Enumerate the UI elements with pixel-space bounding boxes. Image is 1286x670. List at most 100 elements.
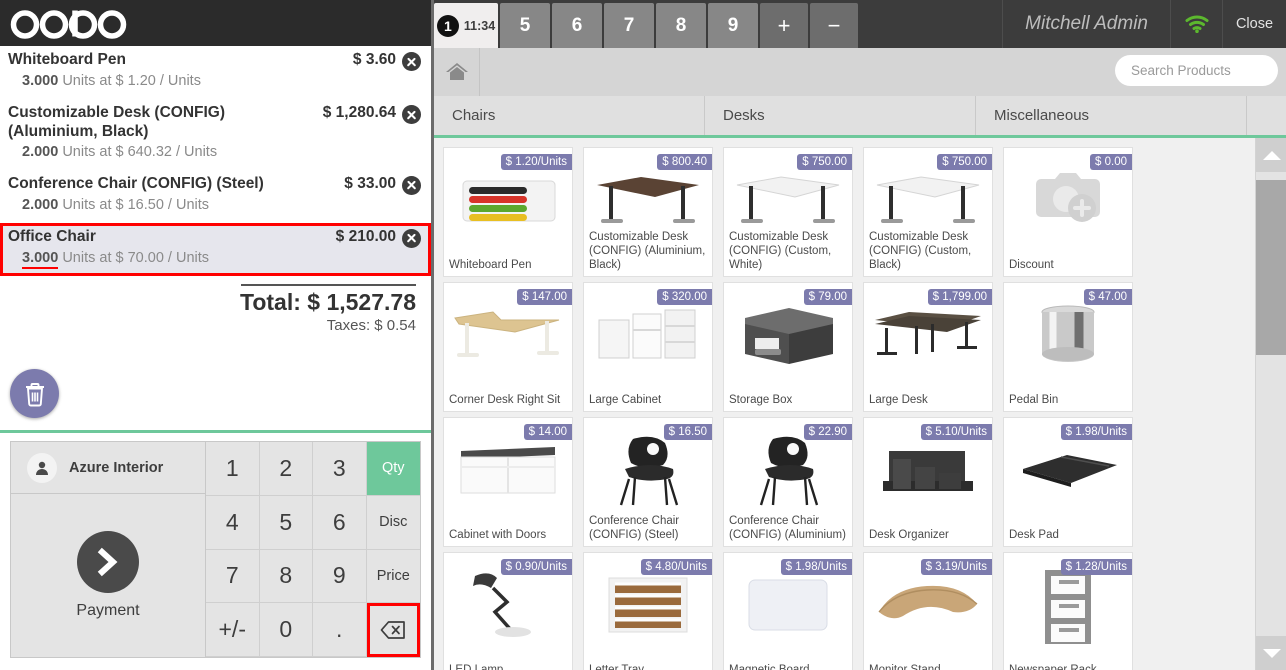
payment-button[interactable]: Payment (11, 494, 205, 657)
add-order-button[interactable]: + (760, 3, 808, 48)
product-price: $ 16.50 (663, 424, 712, 440)
orderline[interactable]: Customizable Desk (CONFIG) (Aluminium, B… (0, 99, 431, 170)
numpad-key[interactable]: 7 (206, 549, 260, 604)
search-box[interactable]: ✖ (1115, 55, 1286, 86)
numpad-key[interactable]: 5 (259, 495, 313, 550)
set-customer-button[interactable]: Azure Interior (11, 442, 205, 494)
order-tab-badge: 1 (436, 14, 459, 37)
product-name: Corner Desk Right Sit (449, 393, 561, 406)
numpad-key[interactable]: 8 (259, 549, 313, 604)
numpad-key[interactable]: 6 (313, 495, 367, 550)
orderline-unitprice: Units at $ 640.32 / Units (62, 143, 218, 160)
product-card[interactable]: $ 1,799.00 Large Desk (863, 282, 993, 412)
order-tab[interactable]: 5 (500, 3, 550, 48)
remove-orderline-button[interactable] (402, 52, 421, 71)
numpad-key[interactable]: Disc (366, 495, 420, 550)
product-price: $ 5.10/Units (920, 424, 992, 440)
order-tab[interactable]: 7 (604, 3, 654, 48)
numpad-key[interactable]: Price (366, 549, 420, 604)
scroll-down-button[interactable] (1256, 636, 1286, 670)
product-card[interactable]: $ 750.00 Customizable Desk (CONFIG) (Cust… (863, 147, 993, 277)
product-price: $ 1.98/Units (780, 559, 852, 575)
product-card[interactable]: $ 1.98/Units Magnetic Board (723, 552, 853, 670)
order-tab[interactable]: 9 (708, 3, 758, 48)
numpad-key[interactable]: 3 (313, 442, 367, 496)
product-card[interactable]: $ 14.00 Cabinet with Doors (443, 417, 573, 547)
remove-order-button[interactable]: − (810, 3, 858, 48)
numpad-key[interactable]: Qty (366, 442, 420, 496)
product-card[interactable]: $ 1.20/Units Whiteboard Pen (443, 147, 573, 277)
numpad-key[interactable]: 9 (313, 549, 367, 604)
order-tab[interactable]: 6 (552, 3, 602, 48)
product-card[interactable]: $ 79.00 Storage Box (723, 282, 853, 412)
numpad-key[interactable]: 4 (206, 495, 260, 550)
product-grid: $ 1.20/Units Whiteboard Pen $ 800.40 Custom… (443, 147, 1286, 670)
category-tab[interactable]: Desks (705, 96, 976, 135)
product-card[interactable]: $ 16.50 Conference Chair (CONFIG) (Steel) (583, 417, 713, 547)
close-button[interactable]: Close (1222, 0, 1286, 48)
remove-orderline-button[interactable] (402, 228, 421, 248)
product-price: $ 47.00 (1083, 289, 1132, 305)
backspace-button[interactable] (366, 603, 420, 657)
product-card[interactable]: $ 5.10/Units Desk Organizer (863, 417, 993, 547)
orderline-unitprice: Units at $ 16.50 / Units (62, 196, 210, 213)
orderline-name: Customizable Desk (CONFIG) (Aluminium, B… (8, 104, 226, 140)
product-card[interactable]: $ 750.00 Customizable Desk (CONFIG) (Cust… (723, 147, 853, 277)
product-card[interactable]: $ 47.00 Pedal Bin (1003, 282, 1133, 412)
wifi-status-button[interactable] (1170, 0, 1222, 48)
odoo-logo (10, 10, 127, 39)
numpad-key[interactable]: 0 (259, 603, 313, 657)
product-name: Customizable Desk (CONFIG) (Aluminium, B… (589, 230, 706, 271)
orderline-name: Office Chair (8, 227, 96, 245)
product-card[interactable]: $ 147.00 Corner Desk Right Sit (443, 282, 573, 412)
scrollbar-thumb[interactable] (1256, 180, 1286, 355)
product-card[interactable]: $ 4.80/Units Letter Tray (583, 552, 713, 670)
remove-orderline-button[interactable] (402, 105, 421, 125)
numpad-key[interactable]: 2 (259, 442, 313, 496)
orderline-name: Whiteboard Pen (8, 51, 126, 68)
order-totals: Total: $ 1,527.78 Taxes: $ 0.54 (0, 276, 431, 334)
product-name: Magnetic Board (729, 663, 810, 670)
orderline-details: 3.000 Units at $ 70.00 / Units (8, 248, 421, 269)
product-card[interactable]: $ 22.90 Conference Chair (CONFIG) (Alumin… (723, 417, 853, 547)
orderline-details: 2.000 Units at $ 640.32 / Units (8, 142, 421, 163)
orderline-unitprice: Units at $ 70.00 / Units (62, 249, 210, 266)
product-name: Customizable Desk (CONFIG) (Custom, Blac… (869, 230, 972, 271)
delete-order-button[interactable] (10, 369, 59, 418)
orderline-price: $ 1,280.64 (322, 104, 396, 122)
product-price: $ 0.00 (1090, 154, 1132, 170)
orderline[interactable]: Office Chair $ 210.00 3.000 Units at $ 70.… (0, 222, 431, 276)
numpad-key[interactable]: 1 (206, 442, 260, 496)
orderline-unitprice: Units at $ 1.20 / Units (62, 73, 201, 89)
orderlines: Whiteboard Pen $ 3.60 3.000 Units at $ 1.2… (0, 46, 431, 276)
product-card[interactable]: $ 800.40 Customizable Desk (CONFIG) (Alum… (583, 147, 713, 277)
product-card[interactable]: $ 3.19/Units Monitor Stand (863, 552, 993, 670)
home-button[interactable] (434, 48, 480, 96)
products-scrollbar[interactable] (1255, 138, 1286, 670)
orderline-details: 3.000 Units at $ 1.20 / Units (8, 71, 421, 92)
order-tab[interactable]: 8 (656, 3, 706, 48)
order-tab-active[interactable]: 1 11:34 (434, 3, 498, 48)
product-card[interactable]: $ 320.00 Large Cabinet (583, 282, 713, 412)
orderline-details: 2.000 Units at $ 16.50 / Units (8, 195, 421, 216)
numpad-key[interactable]: +/- (206, 603, 260, 657)
order-panel: Whiteboard Pen $ 3.60 3.000 Units at $ 1.2… (0, 0, 434, 670)
remove-orderline-button[interactable] (402, 175, 421, 195)
orderline-qty: 2.000 (22, 143, 59, 160)
product-card[interactable]: $ 1.98/Units Desk Pad (1003, 417, 1133, 547)
category-tab[interactable]: Miscellaneous (976, 96, 1247, 135)
orderlines-scroll[interactable]: Whiteboard Pen $ 3.60 3.000 Units at $ 1.2… (0, 46, 431, 430)
product-card[interactable]: $ 1.28/Units Newspaper Rack (1003, 552, 1133, 670)
product-card[interactable]: $ 0.90/Units LED Lamp (443, 552, 573, 670)
product-name: Pedal Bin (1009, 393, 1059, 406)
product-price: $ 22.90 (803, 424, 852, 440)
numpad-key[interactable]: . (313, 603, 367, 657)
orderline[interactable]: Conference Chair (CONFIG) (Steel) $ 33.00… (0, 170, 431, 223)
category-tab[interactable]: Chairs (434, 96, 705, 135)
product-card[interactable]: $ 0.00 Discount (1003, 147, 1133, 277)
search-input[interactable] (1131, 63, 1286, 78)
scroll-up-button[interactable] (1256, 138, 1286, 172)
orderline[interactable]: Whiteboard Pen $ 3.60 3.000 Units at $ 1.2… (0, 46, 431, 99)
current-user[interactable]: Mitchell Admin (1002, 0, 1170, 48)
